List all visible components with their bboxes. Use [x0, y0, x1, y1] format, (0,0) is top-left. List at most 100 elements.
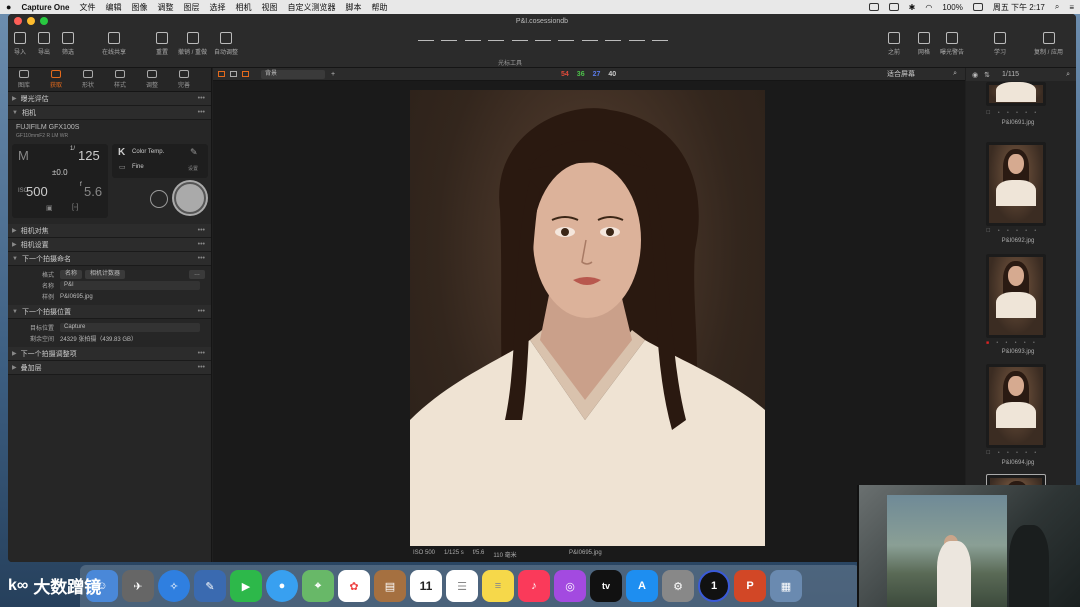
rating-stars[interactable]: ☐ • • • • • [986, 450, 1039, 456]
rating-stars[interactable]: ☐ • • • • • [986, 110, 1039, 116]
photos-icon[interactable]: ✿ [338, 570, 370, 602]
menu-app-name[interactable]: Capture One [21, 3, 69, 12]
crop-tool-icon[interactable] [488, 31, 505, 41]
search-icon[interactable]: ⌕ [1066, 71, 1070, 79]
pan-tool-icon[interactable] [441, 31, 458, 41]
menu-camera[interactable]: 相机 [235, 2, 251, 13]
bluetooth-icon[interactable]: ✱ [909, 3, 916, 12]
more-icon[interactable]: ••• [198, 308, 205, 315]
single-view-icon[interactable] [230, 71, 237, 77]
gradient-tool-icon[interactable] [605, 31, 622, 41]
notes-icon[interactable]: ≡ [482, 570, 514, 602]
music-icon[interactable]: ♪ [518, 570, 550, 602]
aperture-value[interactable]: 5.6 [84, 184, 102, 199]
tab-refine[interactable]: 完善 [168, 68, 200, 91]
menu-help[interactable]: 帮助 [371, 2, 387, 13]
more-icon[interactable]: ••• [198, 241, 205, 248]
menu-select[interactable]: 选择 [209, 2, 225, 13]
reset-button[interactable]: 重置 [156, 32, 168, 56]
maps-icon[interactable]: ⌖ [302, 570, 334, 602]
image-quality[interactable]: Fine [132, 164, 144, 170]
thumbnail-0693[interactable] [986, 254, 1046, 338]
undo-redo-button[interactable]: 撤销 / 重做 [178, 32, 207, 56]
apple-tv-icon[interactable]: tv [590, 570, 622, 602]
more-icon[interactable]: ••• [198, 255, 205, 262]
section-next-capture-location[interactable]: ▼ 下一个拍摄位置 ••• [8, 305, 211, 319]
tab-adjust[interactable]: 调整 [136, 68, 168, 91]
metering-icon[interactable]: [▫] [72, 204, 78, 211]
pointer-tool-icon[interactable] [418, 31, 434, 41]
reminders-icon[interactable]: ☰ [446, 570, 478, 602]
live-view-button[interactable] [150, 190, 168, 208]
spot-tool-icon[interactable] [558, 31, 575, 41]
multi-view-icon[interactable] [218, 71, 225, 77]
apple-icon[interactable]: ● [6, 2, 11, 12]
export-button[interactable]: 导出 [38, 32, 50, 56]
thumbnail-0691[interactable] [986, 82, 1046, 106]
control-center-icon[interactable]: ≡ [1069, 3, 1074, 12]
sort-icon[interactable]: ⇅ [984, 71, 990, 79]
main-photo[interactable] [410, 90, 765, 546]
airplay-icon[interactable] [868, 3, 879, 11]
search-icon[interactable]: ⌕ [1055, 2, 1059, 12]
drive-mode-icon[interactable]: ▣ [46, 204, 53, 212]
keystone-tool-icon[interactable] [534, 31, 551, 41]
section-camera-focus[interactable]: ▶ 相机对焦 ••• [8, 224, 211, 238]
compare-view-icon[interactable] [242, 71, 249, 77]
iso-value[interactable]: 500 [26, 184, 48, 199]
annotate-tool-icon[interactable] [651, 31, 668, 41]
pencil-icon[interactable]: ✎ [190, 147, 198, 158]
menu-script[interactable]: 脚本 [345, 2, 361, 13]
shutter-speed[interactable]: 125 [78, 148, 100, 163]
section-next-capture-naming[interactable]: ▼ 下一个拍摄命名 ••• [8, 252, 211, 266]
eye-icon[interactable]: ◉ [972, 71, 978, 79]
more-icon[interactable]: ••• [198, 109, 205, 116]
settings-label[interactable]: 设置 [188, 165, 198, 172]
menu-file[interactable]: 文件 [79, 2, 95, 13]
exposure-mode[interactable]: M [18, 148, 29, 163]
image-stack-icon[interactable]: ▦ [770, 570, 802, 602]
format-edit-button[interactable]: … [189, 270, 205, 279]
wifi-icon[interactable]: ◠ [925, 3, 932, 12]
target-location-select[interactable]: Capture [60, 323, 200, 332]
menu-edit[interactable]: 编辑 [105, 2, 121, 13]
contacts-icon[interactable]: ▤ [374, 570, 406, 602]
import-button[interactable]: 导入 [14, 32, 26, 56]
section-camera-settings[interactable]: ▶ 相机设置 ••• [8, 238, 211, 252]
system-preferences-icon[interactable]: ⚙ [662, 570, 694, 602]
messages-icon[interactable]: ● [266, 570, 298, 602]
layer-select[interactable]: 背景 [261, 69, 325, 79]
format-token-name[interactable]: 名称 [60, 270, 83, 279]
section-overlay[interactable]: ▶ 叠加层 ••• [8, 361, 211, 375]
launchpad-icon[interactable]: ✈ [122, 570, 154, 602]
white-balance[interactable]: Color Temp. [132, 149, 164, 155]
facetime-icon[interactable]: ▶ [230, 570, 262, 602]
before-button[interactable]: 之前 [888, 32, 900, 56]
calendar-icon[interactable]: 11 [410, 570, 442, 602]
app-store-icon[interactable]: A [626, 570, 658, 602]
name-input[interactable]: P&I [60, 281, 200, 290]
copy-apply-button[interactable]: 复制 / 应用 [1034, 32, 1063, 56]
exposure-warning-button[interactable]: 曝光警告 [940, 32, 964, 56]
podcasts-icon[interactable]: ◎ [554, 570, 586, 602]
add-layer-icon[interactable]: + [331, 71, 335, 78]
picker-tool-icon[interactable] [628, 31, 645, 41]
section-next-capture-adjust[interactable]: ▶ 下一个拍摄调整项 ••• [8, 347, 211, 361]
clock[interactable]: 周五 下午 2:17 [993, 2, 1045, 13]
thumbnail-0694[interactable] [986, 364, 1046, 448]
thumbnail-0692[interactable] [986, 142, 1046, 226]
auto-adjust-button[interactable]: 自动调整 [214, 32, 238, 56]
more-icon[interactable]: ••• [198, 364, 205, 371]
section-camera[interactable]: ▼ 相机 ••• [8, 106, 211, 120]
rating-stars[interactable]: ☐ • • • • • [986, 228, 1039, 234]
display-icon[interactable] [888, 3, 899, 11]
tab-style[interactable]: 样式 [104, 68, 136, 91]
menu-adjust[interactable]: 调整 [157, 2, 173, 13]
1password-icon[interactable]: 1 [698, 570, 730, 602]
menu-custom-browser[interactable]: 自定义测览器 [287, 2, 335, 13]
menu-view[interactable]: 视图 [261, 2, 277, 13]
more-icon[interactable]: ••• [198, 227, 205, 234]
filter-button[interactable]: 筛选 [62, 32, 74, 56]
zoom-fit-select[interactable]: 适合屏幕 [887, 69, 915, 79]
brush-tool-icon[interactable] [581, 31, 598, 41]
